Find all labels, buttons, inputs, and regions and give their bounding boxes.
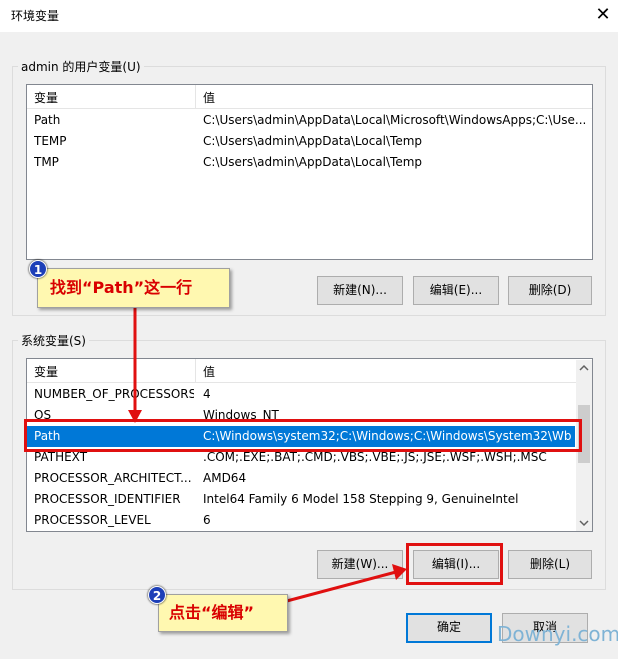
badge-step2: 2 xyxy=(148,586,166,604)
arrow-step2 xyxy=(267,564,407,608)
arrow-step1 xyxy=(128,308,142,423)
badge-step1: 1 xyxy=(29,260,47,278)
annotation-arrows xyxy=(128,308,407,608)
callout-step2-text: 点击“编辑” xyxy=(169,603,255,622)
callout-step2: 点击“编辑” xyxy=(158,594,288,632)
callout-step1: 找到“Path”这一行 xyxy=(37,268,230,308)
callout-step1-text: 找到“Path”这一行 xyxy=(50,278,193,297)
watermark: Downyi.com xyxy=(497,622,618,646)
